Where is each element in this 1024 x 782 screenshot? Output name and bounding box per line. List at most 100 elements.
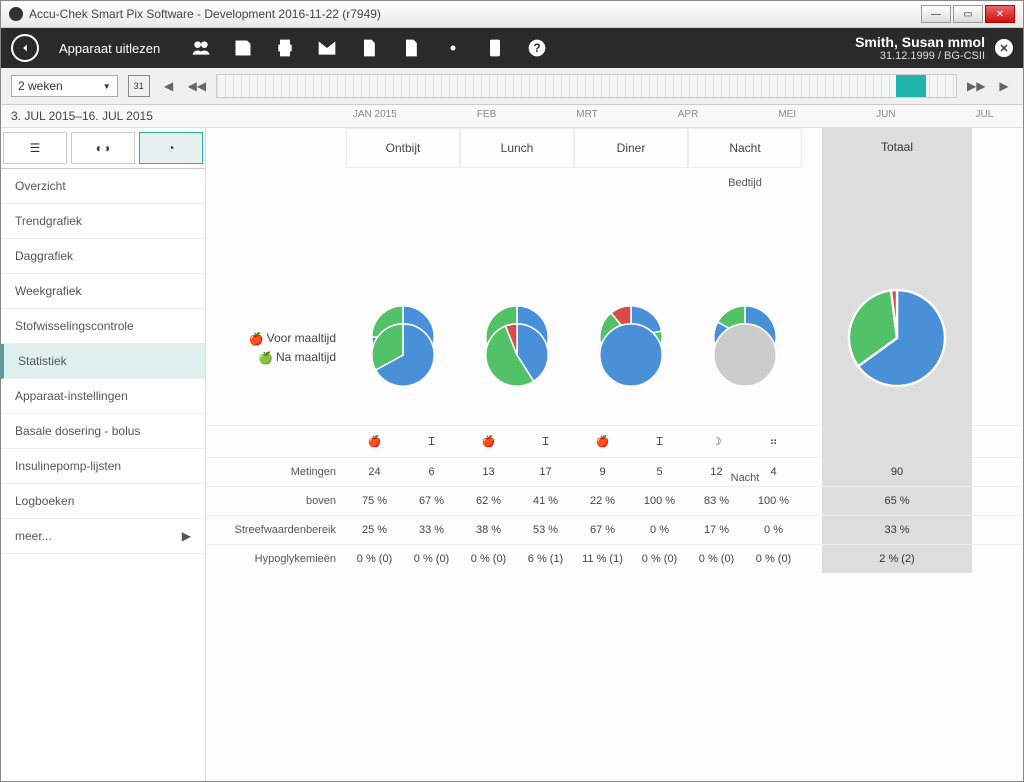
sidebar: ☰ ◐◑ ◔ Overzicht Trendgrafiek Daggrafiek…	[1, 128, 206, 781]
print-icon[interactable]	[274, 37, 296, 59]
app-window: Accu-Chek Smart Pix Software - Developme…	[0, 0, 1024, 782]
stats-row-metingen: Metingen 24 6 13 17 9 5 12 4 90	[206, 457, 1023, 486]
nav-more-label: meer...	[15, 529, 52, 543]
stats-cell: 41 %	[517, 487, 574, 515]
content: Ontbijt Lunch Diner Nacht Totaal Bedtijd…	[206, 128, 1023, 781]
stats-cell: 11 % (1)	[574, 545, 631, 573]
rowlabel-na: 🍏 Na maaltijd	[206, 350, 346, 364]
view-pie-button[interactable]: ◔	[139, 132, 203, 164]
pie-lunch-na	[460, 308, 574, 405]
device-read-label[interactable]: Apparaat uitlezen	[59, 41, 160, 56]
nav-insulinepomp-lijsten[interactable]: Insulinepomp-lijsten	[1, 449, 205, 484]
month-labels: JAN 2015 FEB MRT APR MEI JUN JUL	[353, 109, 1013, 123]
stats-cell: 62 %	[460, 487, 517, 515]
timeline-first-button[interactable]: ◀	[160, 79, 178, 93]
device-icon[interactable]	[484, 37, 506, 59]
range-bar: 2 weken 31 ◀ ◀◀ ▶▶ ▶	[1, 68, 1023, 105]
save-icon[interactable]	[232, 37, 254, 59]
sublabel-row-1: Bedtijd	[206, 168, 1023, 198]
view-chart-button[interactable]: ◐◑	[71, 132, 135, 164]
col-diner: Diner	[574, 128, 688, 168]
people-icon[interactable]	[190, 37, 212, 59]
patient-name: Smith, Susan mmol	[855, 34, 985, 50]
nav-basale-dosering[interactable]: Basale dosering - bolus	[1, 414, 205, 449]
maximize-button[interactable]: ▭	[953, 5, 983, 23]
pdf-icon[interactable]	[400, 37, 422, 59]
month-jul: JUL	[976, 109, 994, 123]
stats-total: 90	[822, 458, 972, 486]
col-ontbijt: Ontbijt	[346, 128, 460, 168]
nav-weekgrafiek[interactable]: Weekgrafiek	[1, 274, 205, 309]
close-button[interactable]: ✕	[985, 5, 1015, 23]
range-select[interactable]: 2 weken	[11, 75, 118, 97]
gear-icon[interactable]	[442, 37, 464, 59]
help-icon[interactable]: ?	[526, 37, 548, 59]
stats-cell: 9	[574, 458, 631, 486]
nav-daggrafiek[interactable]: Daggrafiek	[1, 239, 205, 274]
range-label: 2 weken	[18, 79, 63, 93]
core-icon: Ɪ	[403, 426, 460, 457]
stats-row-hypo: Hypoglykemieën 0 % (0) 0 % (0) 0 % (0) 6…	[206, 544, 1023, 573]
stats-cell: 22 %	[574, 487, 631, 515]
stats-label-streef: Streefwaardenbereik	[206, 516, 346, 544]
nav-overzicht[interactable]: Overzicht	[1, 169, 205, 204]
stats-cell: 100 %	[745, 487, 802, 515]
nav-list: Overzicht Trendgrafiek Daggrafiek Weekgr…	[1, 169, 205, 554]
stats-cell: 13	[460, 458, 517, 486]
stats-cell: 12	[688, 458, 745, 486]
mail-icon[interactable]	[316, 37, 338, 59]
timeline-prev-button[interactable]: ◀◀	[188, 79, 206, 93]
nav-trendgrafiek[interactable]: Trendgrafiek	[1, 204, 205, 239]
stats-cell: 67 %	[403, 487, 460, 515]
rowlabel-na-text: Na maaltijd	[276, 350, 336, 364]
moon-icon: ☽	[688, 427, 745, 456]
stats-cell: 0 %	[631, 516, 688, 544]
apple-icon: 🍎	[574, 427, 631, 456]
timeline-next-button[interactable]: ▶▶	[967, 79, 985, 93]
timeline-last-button[interactable]: ▶	[995, 79, 1013, 93]
col-nacht: Nacht	[688, 128, 802, 168]
apple-icon: 🍎	[460, 427, 517, 456]
nav-more[interactable]: meer... ▶	[1, 519, 205, 554]
nav-logboeken[interactable]: Logboeken	[1, 484, 205, 519]
sublabel-bedtijd: Bedtijd	[688, 173, 802, 193]
timeline-marker[interactable]	[896, 75, 926, 97]
core-icon: Ɪ	[631, 426, 688, 457]
stats-row-streef: Streefwaardenbereik 25 % 33 % 38 % 53 % …	[206, 515, 1023, 544]
dots-icon: ⠶	[745, 427, 802, 456]
patient-close-button[interactable]: ✕	[995, 39, 1013, 57]
nav-apparaat-instellingen[interactable]: Apparaat-instellingen	[1, 379, 205, 414]
date-range: 3. JUL 2015–16. JUL 2015	[11, 109, 153, 123]
stats-cell: 0 % (0)	[403, 545, 460, 573]
stats-cell: 0 % (0)	[631, 545, 688, 573]
col-lunch: Lunch	[460, 128, 574, 168]
svg-text:?: ?	[534, 42, 541, 55]
document-icon[interactable]	[358, 37, 380, 59]
col-totaal: Totaal	[822, 128, 972, 168]
stats-cell: 75 %	[346, 487, 403, 515]
back-button[interactable]	[11, 34, 39, 62]
apple-icon: 🍎	[346, 427, 403, 456]
calendar-icon[interactable]: 31	[128, 75, 150, 97]
minimize-button[interactable]: —	[921, 5, 951, 23]
patient-info: Smith, Susan mmol 31.12.1999 / BG-CSII	[855, 34, 985, 62]
stats-cell: 0 %	[745, 516, 802, 544]
timeline[interactable]	[216, 74, 957, 98]
column-headers: Ontbijt Lunch Diner Nacht Totaal	[206, 128, 1023, 168]
nav-stofwisselingscontrole[interactable]: Stofwisselingscontrole	[1, 309, 205, 344]
chevron-right-icon: ▶	[182, 529, 191, 543]
stats-total: 65 %	[822, 487, 972, 515]
month-feb: FEB	[477, 109, 496, 123]
stats-cell: 83 %	[688, 487, 745, 515]
stats-cell: 0 % (0)	[460, 545, 517, 573]
app-icon	[9, 7, 23, 21]
view-list-button[interactable]: ☰	[3, 132, 67, 164]
stats-row-boven: boven 75 % 67 % 62 % 41 % 22 % 100 % 83 …	[206, 486, 1023, 515]
core-icon: 🍏	[258, 351, 270, 363]
month-jan: JAN 2015	[353, 109, 397, 123]
nav-statistiek[interactable]: Statistiek	[1, 344, 205, 379]
month-apr: APR	[678, 109, 699, 123]
stats-cell: 100 %	[631, 487, 688, 515]
stats-cell: 4	[745, 458, 802, 486]
stats-cell: 0 % (0)	[346, 545, 403, 573]
